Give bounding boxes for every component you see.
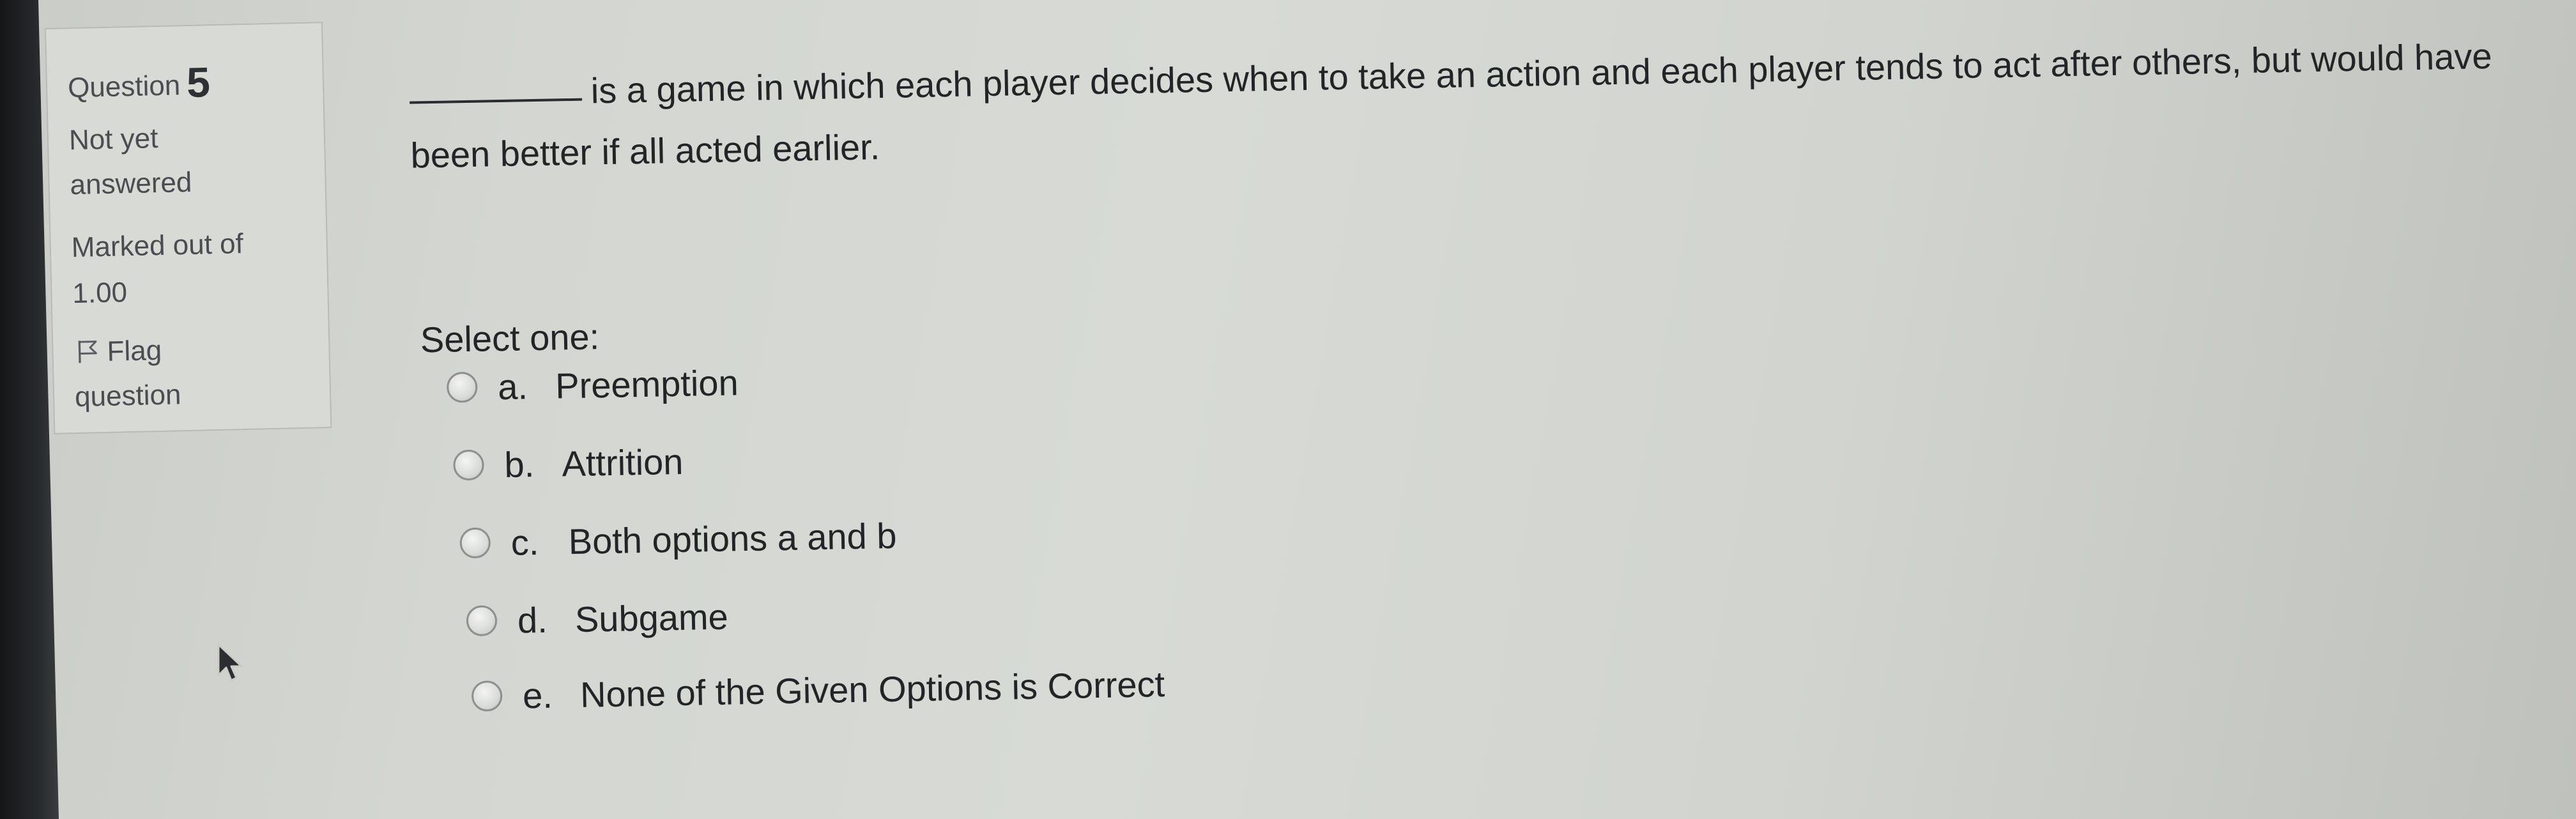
option-label-b[interactable]: Attrition	[562, 440, 684, 484]
radio-button-c[interactable]	[459, 527, 491, 559]
flag-outline-icon[interactable]	[73, 337, 102, 365]
answer-option-e[interactable]: e. None of the Given Options is Correct	[471, 658, 1165, 722]
mouse-pointer-icon	[217, 643, 243, 682]
question-grade-label: Marked out of	[71, 228, 244, 264]
question-label: Question	[67, 70, 181, 104]
option-letter-a: a.	[497, 365, 528, 407]
answer-option-a[interactable]: a. Preemption	[446, 356, 739, 413]
question-info-panel: Question 5 Not yet answered Marked out of…	[45, 22, 332, 434]
answer-option-c[interactable]: c. Both options a and b	[459, 510, 897, 569]
question-text-block: is a game in which each player decides w…	[409, 25, 2519, 186]
option-label-e[interactable]: None of the Given Options is Correct	[580, 663, 1165, 716]
radio-button-b[interactable]	[453, 449, 484, 481]
flag-question-link[interactable]: Flag	[73, 335, 162, 369]
option-label-d[interactable]: Subgame	[574, 595, 728, 639]
question-content: is a game in which each player decides w…	[396, 26, 2517, 767]
option-label-c[interactable]: Both options a and b	[568, 514, 897, 562]
select-one-label: Select one:	[420, 316, 600, 360]
flag-label[interactable]: Flag	[107, 335, 162, 367]
answer-option-d[interactable]: d. Subgame	[466, 591, 728, 647]
flag-label-continued[interactable]: question	[75, 379, 181, 413]
answer-blank	[410, 98, 583, 104]
question-number-heading: Question 5	[67, 57, 211, 109]
radio-button-d[interactable]	[466, 605, 498, 637]
radio-button-a[interactable]	[446, 371, 478, 403]
option-letter-e: e.	[522, 675, 553, 716]
question-state: Not yet	[68, 123, 158, 157]
quiz-screen: Question 5 Not yet answered Marked out of…	[0, 0, 2576, 819]
option-letter-b: b.	[503, 443, 535, 485]
question-text: is a game in which each player decides w…	[410, 35, 2492, 176]
radio-button-e[interactable]	[471, 680, 503, 712]
answer-option-b[interactable]: b. Attrition	[453, 436, 684, 491]
question-state-continued: answered	[70, 166, 192, 201]
question-grade-value: 1.00	[72, 277, 128, 310]
question-number: 5	[186, 58, 211, 106]
option-letter-d: d.	[517, 599, 548, 641]
option-letter-c: c.	[510, 521, 539, 563]
option-label-a[interactable]: Preemption	[555, 362, 739, 406]
